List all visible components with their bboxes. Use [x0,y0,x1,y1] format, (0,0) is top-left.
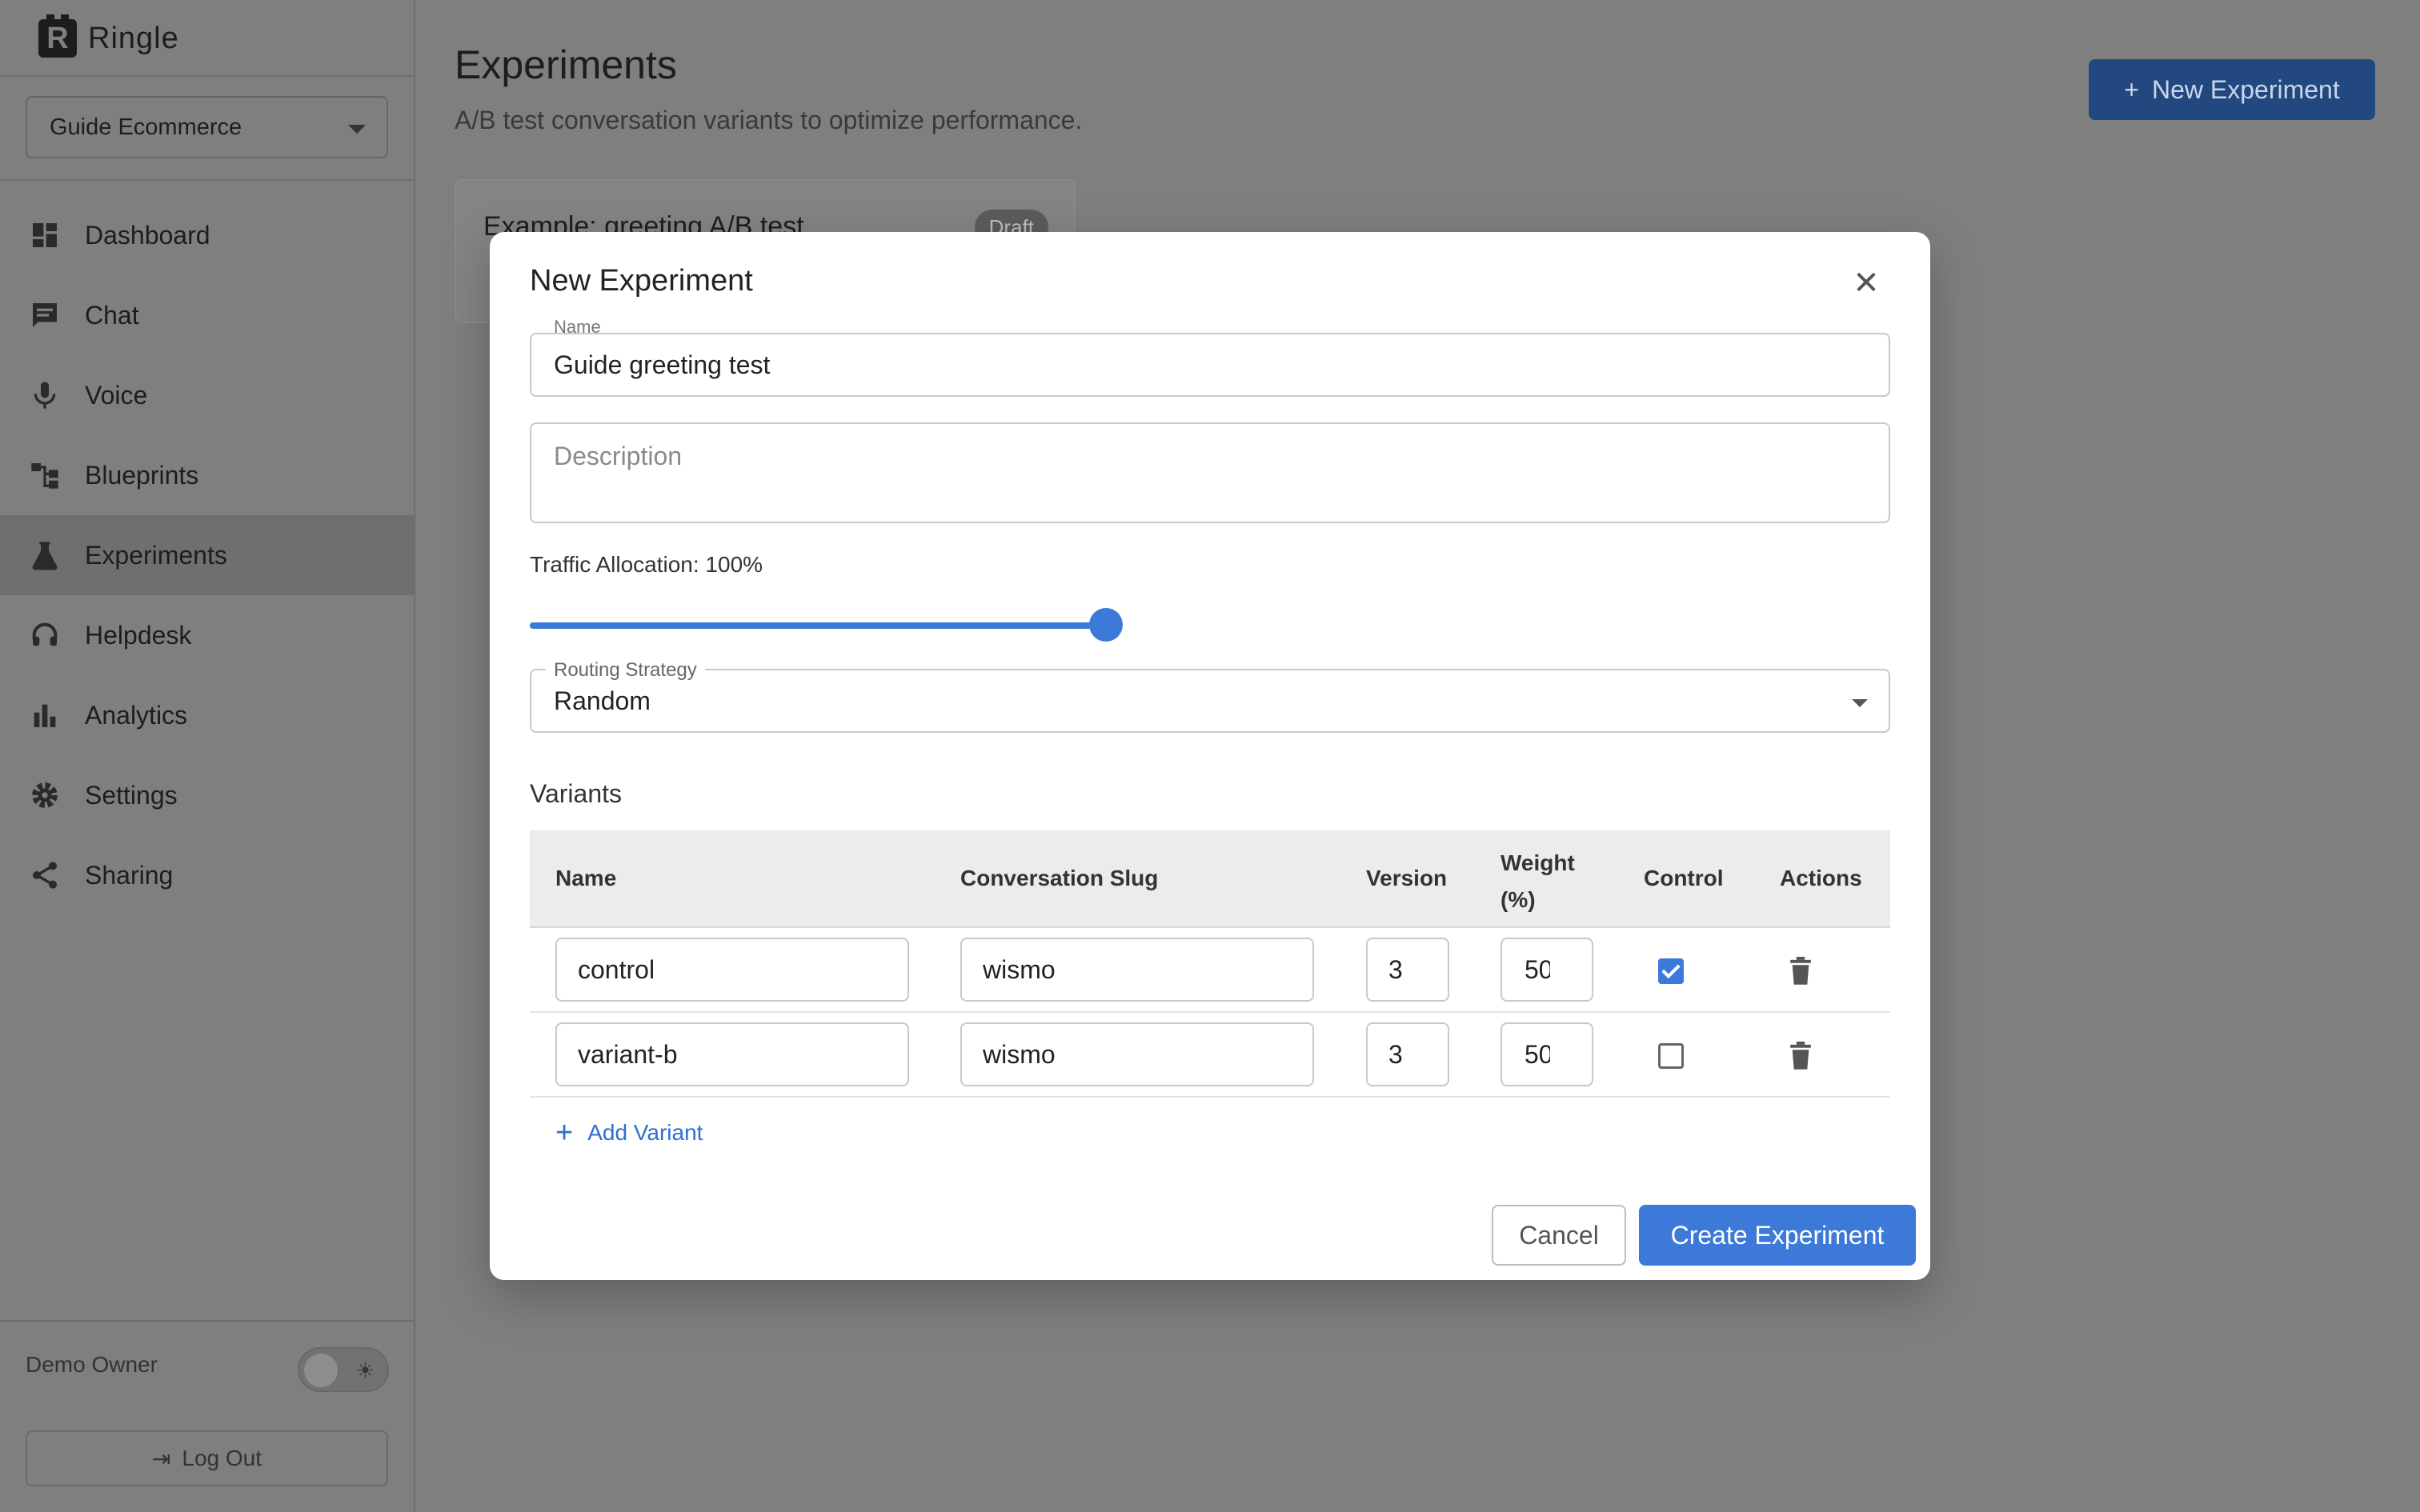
trash-icon [1790,957,1811,985]
page-title: Experiments [455,42,677,87]
app-name: Ringle [88,21,179,55]
name-field[interactable]: Name Guide greeting test [530,317,1890,397]
page-subtitle: A/B test conversation variants to optimi… [455,106,1083,134]
sidebar-item-voice[interactable]: Voice [0,355,414,435]
sidebar-item-chat[interactable]: Chat [0,275,414,355]
sidebar-item-sharing[interactable]: Sharing [0,835,414,915]
workspace-select[interactable]: Guide Ecommerce [26,96,388,158]
variants-heading: Variants [530,779,623,808]
traffic-allocation-slider[interactable] [530,608,1123,643]
weight-value: 50 [1525,1039,1550,1069]
sidebar-item-helpdesk[interactable]: Helpdesk [0,595,414,675]
weight-input[interactable]: 50 [1500,1022,1593,1086]
gear-icon [29,779,61,811]
table-row: variant-b wismo 3 50 [530,1013,1890,1098]
table-header: Name Conversation Slug Version Weight (%… [530,830,1890,928]
variants-table: Name Conversation Slug Version Weight (%… [530,830,1890,1098]
headset-icon [29,619,61,651]
plus-icon: + [555,1116,574,1150]
slider-fill [530,622,1106,629]
sidebar-item-label: Analytics [85,700,188,730]
delete-variant-button[interactable] [1788,1042,1813,1070]
description-placeholder: Description [554,442,683,470]
logout-label: Log Out [182,1446,262,1470]
sidebar-item-dashboard[interactable]: Dashboard [0,195,414,275]
toggle-knob [304,1354,338,1387]
column-header-actions: Actions [1780,866,1862,890]
close-icon[interactable]: ✕ [1850,267,1882,299]
name-field-label: Name [546,317,609,333]
slider-thumb[interactable] [1089,608,1123,642]
flask-icon [29,539,61,571]
control-checkbox[interactable] [1658,1043,1684,1069]
variant-name-input[interactable]: control [555,938,909,1002]
new-experiment-button[interactable]: + New Experiment [2089,59,2375,120]
routing-strategy-select[interactable]: Routing Strategy Random [530,659,1890,733]
delete-variant-button[interactable] [1788,957,1813,986]
trash-icon [1790,1042,1811,1070]
description-field[interactable]: Description [530,422,1890,523]
dashboard-icon [29,219,61,251]
control-checkbox[interactable] [1658,958,1684,984]
app-logo[interactable]: R Ringle [38,14,179,62]
sidebar-item-label: Voice [85,380,148,410]
sidebar-item-label: Sharing [85,860,174,890]
conversation-slug-input[interactable]: wismo [960,1022,1314,1086]
sidebar-item-label: Blueprints [85,460,199,490]
bar-chart-icon [29,699,61,731]
sidebar-item-experiments[interactable]: Experiments [0,515,414,595]
plus-icon: + [2124,74,2139,104]
share-icon [29,859,61,891]
logout-button[interactable]: ⇥ Log Out [26,1430,388,1486]
conversation-slug-input[interactable]: wismo [960,938,1314,1002]
sidebar-item-settings[interactable]: Settings [0,755,414,835]
sidebar-item-label: Chat [85,300,139,330]
divider [0,1320,414,1322]
microphone-icon [29,379,61,411]
divider [0,179,414,181]
new-experiment-dialog: New Experiment ✕ Name Guide greeting tes… [490,232,1930,1280]
table-row: control wismo 3 50 [530,928,1890,1013]
version-input[interactable]: 3 [1366,938,1449,1002]
version-input[interactable]: 3 [1366,1022,1449,1086]
column-header-version: Version [1366,866,1448,890]
create-experiment-button[interactable]: Create Experiment [1639,1205,1916,1266]
sidebar-item-blueprints[interactable]: Blueprints [0,435,414,515]
sun-icon: ☀ [355,1358,375,1382]
chat-icon [29,299,61,331]
new-experiment-label: New Experiment [2151,74,2340,104]
add-variant-label: Add Variant [587,1120,703,1145]
sidebar-item-label: Helpdesk [85,620,192,650]
routing-strategy-label: Routing Strategy [546,659,705,682]
cancel-button[interactable]: Cancel [1492,1205,1626,1266]
column-header-control: Control [1644,866,1724,890]
sidebar-item-analytics[interactable]: Analytics [0,675,414,755]
divider [0,75,414,77]
routing-strategy-value: Random [554,686,651,715]
sidebar-item-label: Dashboard [85,220,210,250]
chevron-down-icon [1852,699,1868,707]
sidebar: R Ringle Guide Ecommerce Dashboard Chat … [0,0,415,1512]
column-header-slug: Conversation Slug [960,866,1159,890]
sidebar-nav: Dashboard Chat Voice Blueprints Experime… [0,195,414,915]
column-header-weight: Weight (%) [1500,850,1575,912]
column-header-name: Name [555,866,617,890]
add-variant-button[interactable]: + Add Variant [555,1116,703,1150]
blueprint-icon [29,459,61,491]
chevron-down-icon [348,125,366,134]
user-name: Demo Owner [26,1352,158,1377]
weight-input[interactable]: 50 [1500,938,1593,1002]
workspace-select-value: Guide Ecommerce [50,114,242,140]
logout-icon: ⇥ [151,1446,171,1471]
traffic-allocation-label: Traffic Allocation: 100% [530,552,763,577]
theme-toggle[interactable]: ☀ [298,1347,389,1392]
variant-name-input[interactable]: variant-b [555,1022,909,1086]
sidebar-item-label: Experiments [85,540,227,570]
ringle-logo-icon: R [38,14,77,58]
weight-value: 50 [1525,954,1550,984]
sidebar-item-label: Settings [85,780,178,810]
name-field-value: Guide greeting test [554,350,771,379]
dialog-title: New Experiment [530,264,753,298]
